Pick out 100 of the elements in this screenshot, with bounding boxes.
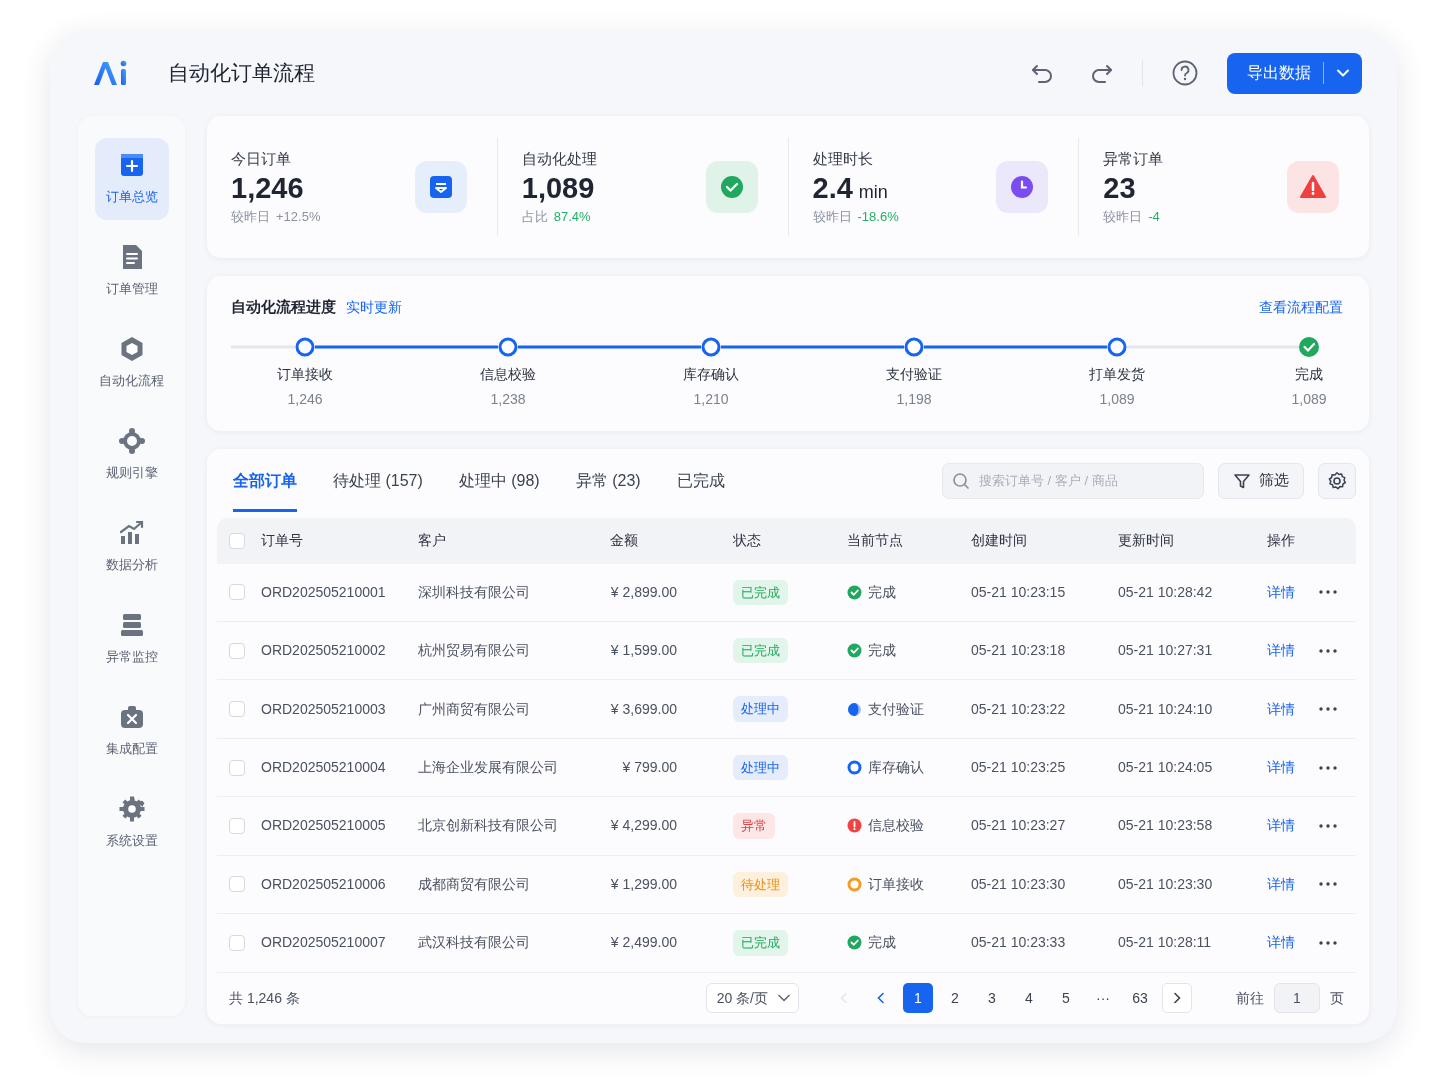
sidebar-item[interactable]: 订单管理 (94, 230, 169, 312)
tab[interactable]: 已完成 (676, 449, 725, 512)
more-icon (1319, 765, 1337, 770)
filter-button[interactable]: 筛选 (1218, 462, 1304, 499)
created-time-cell-text: 05-21 10:23:15 (971, 582, 1067, 602)
page-button[interactable]: 4 (1014, 983, 1044, 1014)
customer-cell-text: 广州商贸有限公司 (418, 699, 531, 719)
more-icon (1319, 648, 1337, 653)
export-button[interactable]: 导出数据 (1227, 52, 1362, 94)
order-number-cell-text: ORD202505210003 (261, 699, 387, 719)
status-badge: 已完成 (733, 637, 788, 664)
step-count: 1,089 (1098, 389, 1136, 409)
details-link[interactable]: 详情 (1267, 700, 1295, 717)
stat-value: 2.4 (812, 171, 853, 207)
step-label: 打单发货 (1088, 364, 1146, 384)
page-button[interactable]: 2 (940, 983, 970, 1014)
step-count: 1,089 (1290, 389, 1328, 409)
row-checkbox[interactable] (229, 584, 245, 601)
node-cell-text: 信息校验 (868, 816, 924, 836)
status-badge: 异常 (733, 813, 775, 839)
order-number-cell-text: ORD202505210004 (261, 758, 387, 777)
row-checkbox[interactable] (229, 701, 245, 718)
settings-button[interactable] (1318, 462, 1356, 499)
select-all-checkbox[interactable] (229, 532, 245, 549)
page-input[interactable]: 1 (1274, 983, 1320, 1014)
tab[interactable]: 处理中 (98) (458, 449, 540, 512)
stat-label: 今日订单 (231, 148, 292, 169)
created-time-cell-text: 05-21 10:23:25 (971, 758, 1067, 777)
created-time-cell-text: 05-21 10:23:33 (971, 933, 1067, 953)
page-button[interactable]: 1 (903, 983, 933, 1014)
sidebar-item[interactable]: 订单总览 (94, 138, 169, 220)
stat-value: 23 (1103, 171, 1137, 207)
node-cell-text: 完成 (868, 582, 896, 602)
step-count: 1,198 (895, 389, 933, 409)
row-checkbox[interactable] (229, 642, 245, 659)
stat-compare-label: 较昨日 (812, 207, 852, 226)
amount-cell-text: ¥ 2,899.00 (609, 582, 677, 602)
step-label: 完成 (1294, 364, 1324, 384)
settings-icon (1327, 470, 1347, 491)
customer-cell-text: 北京创新科技有限公司 (418, 816, 559, 836)
row-checkbox[interactable] (229, 876, 245, 893)
details-link[interactable]: 详情 (1267, 583, 1295, 600)
sidebar-item[interactable]: 异常监控 (94, 598, 169, 680)
tab[interactable]: 全部订单 (233, 449, 297, 512)
created-time-cell-text: 05-21 10:23:27 (971, 816, 1067, 836)
node-cell-text: 支付验证 (868, 699, 924, 719)
sidebar-item[interactable]: 系统设置 (94, 782, 169, 864)
updated-time-cell-text: 05-21 10:23:30 (1118, 874, 1214, 894)
order-number-cell-text: ORD202505210001 (261, 582, 387, 602)
flow-title: 自动化流程进度 (231, 297, 336, 317)
customer-cell-text: 武汉科技有限公司 (418, 933, 531, 953)
sidebar-item[interactable]: 规则引擎 (94, 414, 169, 496)
details-link[interactable]: 详情 (1267, 759, 1295, 775)
row-checkbox[interactable] (229, 934, 245, 951)
step-label: 库存确认 (682, 364, 740, 384)
goto-label: 前往 (1236, 988, 1264, 1008)
sidebar-item[interactable]: 自动化流程 (94, 322, 169, 404)
step-count: 1,210 (692, 389, 730, 409)
next-page-button[interactable] (1162, 983, 1192, 1014)
details-link[interactable]: 详情 (1267, 642, 1295, 659)
page-button[interactable]: 63 (1125, 983, 1155, 1014)
updated-time-cell-text: 05-21 10:24:10 (1118, 699, 1214, 719)
tab[interactable]: 待处理 (157) (333, 449, 423, 512)
details-link[interactable]: 详情 (1267, 875, 1295, 892)
column-header: 金额 (609, 531, 639, 551)
amount-cell-text: ¥ 1,299.00 (609, 874, 677, 894)
details-link[interactable]: 详情 (1267, 934, 1295, 951)
order-number-cell-text: ORD202505210005 (261, 816, 387, 836)
page-button[interactable]: 3 (977, 983, 1007, 1014)
page-size-select[interactable]: 20 条/页 (705, 983, 799, 1014)
stat-compare-label: 较昨日 (1103, 207, 1143, 226)
search-field[interactable]: 搜索订单号 / 客户 / 商品 (942, 462, 1204, 499)
step-label: 信息校验 (479, 364, 537, 384)
stat-value: 1,089 (521, 171, 596, 207)
row-checkbox[interactable] (229, 759, 245, 776)
stat-compare-label: 占比 (521, 207, 548, 226)
stat-compare-label: 较昨日 (231, 207, 270, 226)
stat-value: 1,246 (231, 171, 305, 207)
total-count: 共 1,246 条 (229, 988, 300, 1008)
step-label: 订单接收 (276, 364, 334, 384)
search-icon (952, 471, 970, 490)
status-badge: 已完成 (733, 579, 788, 605)
stat-change: -18.6% (857, 207, 899, 226)
flow-config-link[interactable]: 查看流程配置 (1259, 296, 1343, 318)
order-number-cell-text: ORD202505210002 (261, 641, 387, 661)
row-checkbox[interactable] (229, 817, 245, 834)
status-badge: 已完成 (733, 930, 788, 956)
details-link[interactable]: 详情 (1267, 817, 1295, 834)
page-button[interactable]: 5 (1051, 983, 1081, 1014)
sidebar-item[interactable]: 集成配置 (94, 690, 169, 772)
stat-change: +12.5% (276, 207, 321, 226)
tab[interactable]: 异常 (23) (575, 449, 641, 512)
customer-cell-text: 上海企业发展有限公司 (418, 758, 559, 777)
updated-time-cell-text: 05-21 10:28:42 (1118, 582, 1214, 602)
column-header: 操作 (1267, 531, 1296, 551)
stat-label: 自动化处理 (521, 148, 597, 169)
step-count: 1,238 (489, 389, 527, 409)
node-cell-text: 完成 (868, 641, 896, 661)
sidebar-item[interactable]: 数据分析 (94, 506, 169, 588)
column-header: 状态 (732, 531, 762, 551)
